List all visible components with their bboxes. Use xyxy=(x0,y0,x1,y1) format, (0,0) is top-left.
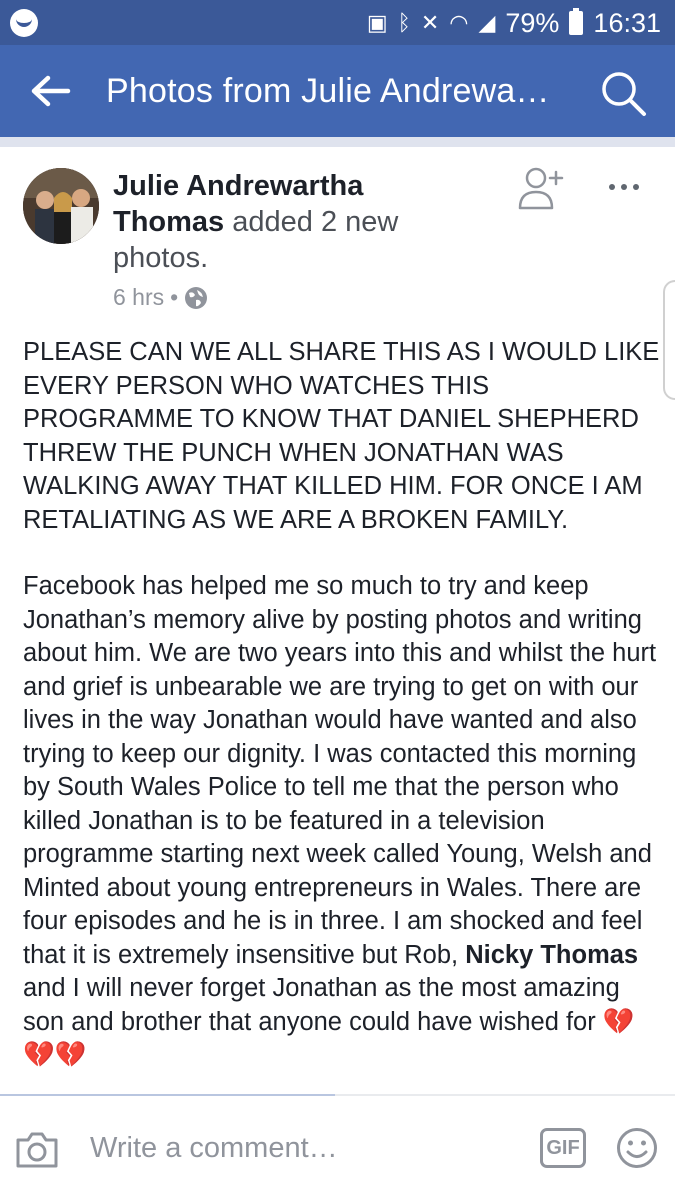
post-text: and I will never forget Jonathan as the … xyxy=(23,974,620,1036)
post-paragraph: PLEASE CAN WE ALL SHARE THIS AS I WOULD … xyxy=(23,338,660,534)
search-icon xyxy=(602,72,646,116)
battery-percent: 79% xyxy=(505,7,560,38)
search-button[interactable] xyxy=(599,69,647,117)
back-button[interactable] xyxy=(30,73,74,109)
post-paragraph: Facebook has helped me so much to try an… xyxy=(23,570,663,1073)
page-title: Photos from Julie Andrewa… xyxy=(106,72,550,110)
post-text: Facebook has helped me so much to try an… xyxy=(23,572,657,969)
add-friend-icon xyxy=(518,167,564,210)
battery-saver-icon: ▣ xyxy=(366,10,388,35)
add-friend-button[interactable] xyxy=(516,164,566,214)
post-meta: 6 hrs • xyxy=(113,284,208,311)
vibrate-off-icon: ✕ xyxy=(420,10,440,35)
signal-icon: ◢ xyxy=(478,10,496,35)
comment-bar-accent xyxy=(0,1094,335,1096)
post-time[interactable]: 6 hrs xyxy=(113,284,164,311)
header-divider xyxy=(0,137,675,147)
avatar[interactable] xyxy=(23,168,99,244)
meta-separator: • xyxy=(170,284,179,310)
post-body: PLEASE CAN WE ALL SHARE THIS AS I WOULD … xyxy=(23,336,663,1073)
scroll-handle[interactable] xyxy=(663,280,675,400)
camera-button[interactable] xyxy=(14,1130,60,1170)
battery-icon xyxy=(569,8,584,35)
comment-input[interactable] xyxy=(90,1126,490,1170)
emoji-button[interactable] xyxy=(616,1127,658,1169)
bluetooth-icon: ᛒ xyxy=(397,10,411,35)
status-icons: ▣ ᛒ ✕ ◠ ◢ 79% 16:31 xyxy=(367,7,661,39)
smiley-icon xyxy=(617,1128,657,1168)
globe-icon xyxy=(184,286,208,310)
more-icon xyxy=(609,184,639,190)
wifi-icon: ◠ xyxy=(449,10,469,35)
camera-icon xyxy=(16,1132,58,1168)
gif-button[interactable]: GIF xyxy=(540,1128,586,1168)
post-author-line: Julie Andrewartha Thomas added 2 new pho… xyxy=(113,168,443,276)
tagged-person-link[interactable]: Nicky Thomas xyxy=(465,941,638,969)
app-bar: Photos from Julie Andrewa… xyxy=(0,45,675,137)
comment-bar: GIF xyxy=(0,1094,675,1200)
profile-photo xyxy=(23,168,99,244)
clock: 16:31 xyxy=(593,7,661,38)
arrow-left-icon xyxy=(31,75,71,107)
more-options-button[interactable] xyxy=(604,172,644,202)
messenger-icon xyxy=(10,9,38,37)
status-bar: ▣ ᛒ ✕ ◠ ◢ 79% 16:31 xyxy=(0,0,675,45)
